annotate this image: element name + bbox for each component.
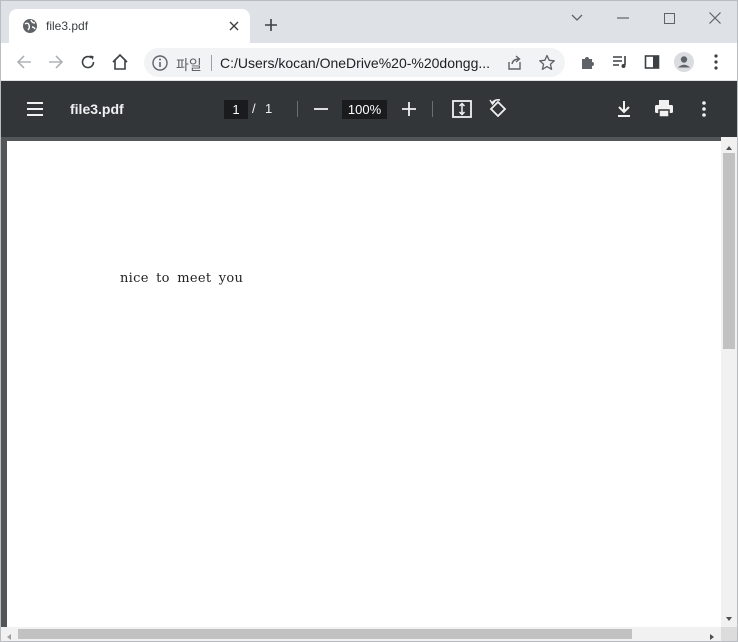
fit-to-page-icon[interactable]: [450, 97, 474, 121]
browser-toolbar: 파일 C:/Users/kocan/OneDrive%20-%20dongg..…: [1, 43, 737, 81]
hamburger-menu-icon[interactable]: [23, 97, 47, 121]
tab-strip: file3.pdf: [1, 1, 737, 43]
browser-menu-icon[interactable]: [703, 49, 729, 75]
window-close-icon[interactable]: [695, 5, 735, 31]
pdf-filename: file3.pdf: [70, 101, 124, 117]
vertical-scroll-thumb[interactable]: [723, 153, 735, 349]
scroll-left-arrow-icon[interactable]: [4, 629, 14, 640]
tab-file3[interactable]: file3.pdf: [9, 9, 250, 43]
address-bar[interactable]: 파일 C:/Users/kocan/OneDrive%20-%20dongg..…: [144, 48, 565, 77]
zoom-input[interactable]: 100%: [342, 100, 387, 119]
side-panel-icon[interactable]: [639, 49, 665, 75]
tab-title: file3.pdf: [46, 19, 89, 33]
download-icon[interactable]: [612, 97, 636, 121]
vertical-scrollbar[interactable]: [721, 137, 737, 627]
omnibox-divider: [211, 55, 212, 71]
tab-search-chevron-icon[interactable]: [557, 5, 597, 31]
scrollbar-corner: [721, 627, 737, 641]
toolbar-divider: [297, 101, 298, 117]
back-icon[interactable]: [11, 49, 37, 75]
pdf-viewer[interactable]: nice to meet you: [1, 137, 737, 641]
print-icon[interactable]: [652, 97, 676, 121]
share-icon[interactable]: [505, 53, 525, 73]
page-separator: /: [252, 101, 256, 116]
pdf-page: nice to meet you: [7, 141, 721, 627]
info-icon[interactable]: [151, 54, 169, 72]
new-tab-button[interactable]: [260, 14, 282, 36]
home-icon[interactable]: [107, 49, 133, 75]
zoom-in-icon[interactable]: [398, 98, 420, 120]
url-text[interactable]: C:/Users/kocan/OneDrive%20-%20dongg...: [220, 55, 495, 71]
bookmark-star-icon[interactable]: [537, 53, 557, 73]
horizontal-scroll-thumb[interactable]: [18, 629, 632, 639]
profile-avatar-icon[interactable]: [671, 49, 697, 75]
scroll-down-arrow-icon[interactable]: [724, 611, 734, 621]
toolbar-divider: [432, 101, 433, 117]
reload-icon[interactable]: [75, 49, 101, 75]
page-number-input[interactable]: 1: [224, 100, 248, 119]
zoom-out-icon[interactable]: [310, 98, 332, 120]
browser-window: file3.pdf 파일 C:/Users/kocan/OneDrive%20-…: [0, 0, 738, 642]
scroll-up-arrow-icon[interactable]: [724, 140, 734, 150]
forward-icon[interactable]: [43, 49, 69, 75]
scheme-label: 파일: [176, 58, 202, 74]
media-controls-icon[interactable]: [607, 49, 633, 75]
horizontal-scrollbar[interactable]: [1, 627, 721, 641]
more-actions-icon[interactable]: [692, 97, 716, 121]
extensions-icon[interactable]: [575, 49, 601, 75]
rotate-icon[interactable]: [486, 97, 510, 121]
page-total: 1: [265, 101, 273, 116]
tab-close-icon[interactable]: [225, 17, 243, 35]
minimize-icon[interactable]: [603, 5, 643, 31]
pdf-toolbar: file3.pdf 1 / 1 100%: [1, 81, 737, 137]
scroll-right-arrow-icon[interactable]: [707, 629, 717, 640]
document-text: nice to meet you: [120, 271, 244, 286]
globe-icon: [22, 18, 38, 34]
maximize-icon[interactable]: [649, 5, 689, 31]
